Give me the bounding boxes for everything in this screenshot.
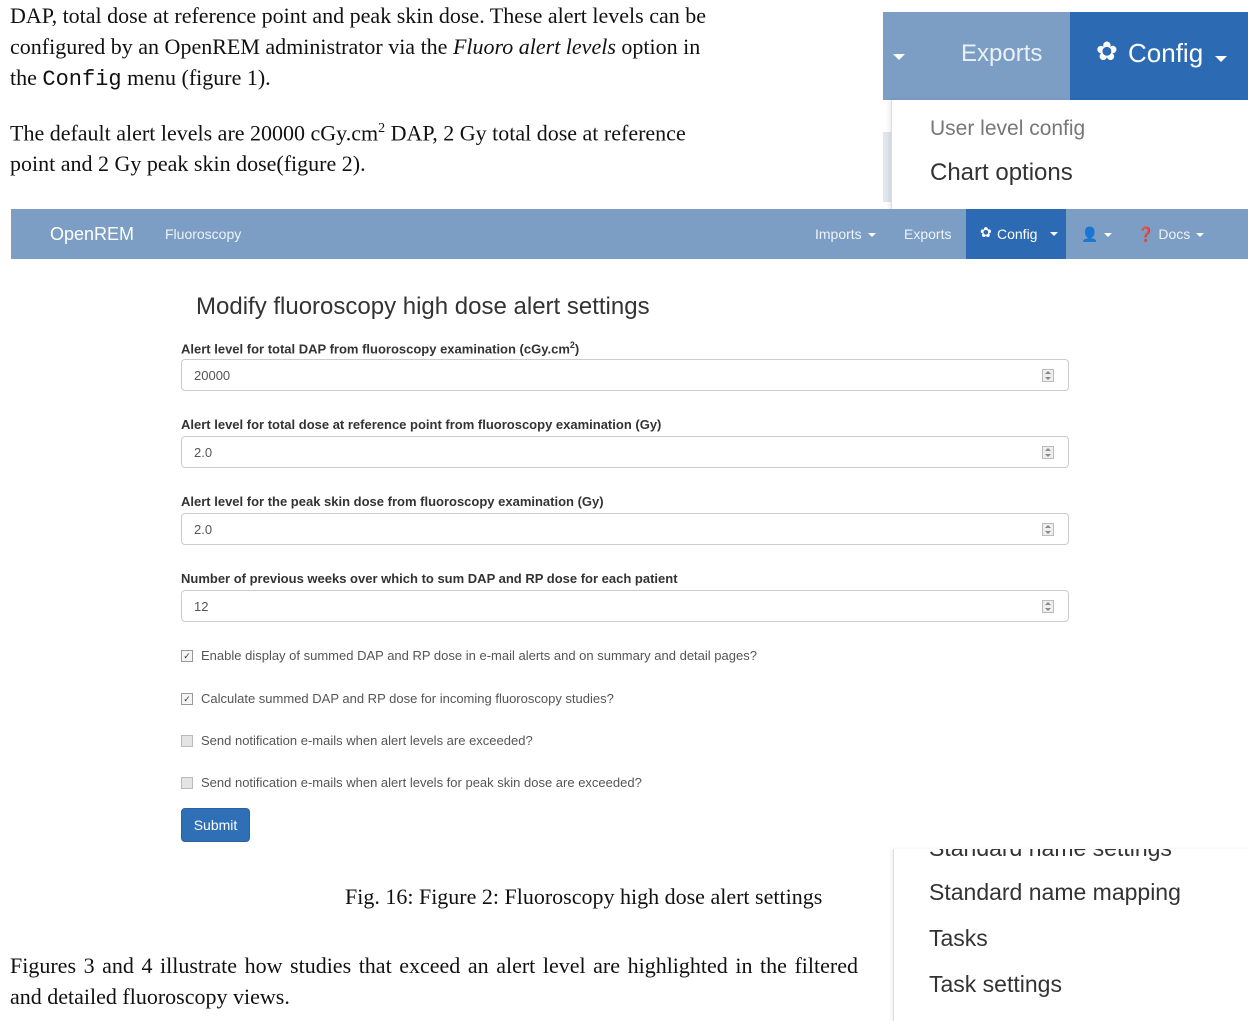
text-line: menu (figure 1).	[121, 65, 271, 90]
paragraph-default-levels: The default alert levels are 20000 cGy.c…	[10, 113, 858, 179]
rp-dose-label: Alert level for total dose at reference …	[181, 417, 662, 432]
input-value: 12	[194, 599, 209, 614]
checkbox-label: Send notification e-mails when alert lev…	[201, 733, 533, 748]
caret-down-icon	[1196, 233, 1205, 238]
nav-config[interactable]: ✿ Config	[966, 209, 1066, 259]
paragraph-figures-3-4: Figures 3 and 4 illustrate how studies t…	[10, 953, 858, 1009]
paragraph-alert-config: DAP, total dose at reference point and p…	[10, 0, 858, 95]
user-icon: 👤	[1081, 226, 1099, 242]
gear-icon: ✿	[1096, 36, 1118, 66]
text-line: option in	[615, 34, 701, 59]
checkbox-row-send-emails[interactable]: Send notification e-mails when alert lev…	[181, 733, 533, 748]
text-line: configured by an OpenREM administrator v…	[10, 34, 453, 59]
nav-config-label: Config	[1128, 38, 1204, 68]
nav-imports[interactable]: Imports	[815, 226, 876, 242]
figure-config-menu-bottom: Standard name settings Standard name map…	[893, 849, 1248, 1021]
peak-skin-dose-label: Alert level for the peak skin dose from …	[181, 494, 604, 509]
figure-config-menu: Exports ✿ Config User level config Chart…	[883, 12, 1248, 209]
text-line: DAP, total dose at reference point and p…	[10, 3, 707, 28]
menu-item-user-level-config[interactable]: User level config	[930, 117, 1085, 141]
nav-exports[interactable]: Exports	[961, 40, 1042, 68]
checkbox-label: Send notification e-mails when alert lev…	[201, 775, 642, 790]
nav-config-active[interactable]: ✿ Config	[1070, 12, 1248, 100]
caret-down-icon	[867, 233, 876, 238]
menu-item-standard-name-settings[interactable]: Standard name settings	[929, 849, 1172, 862]
caret-down-icon	[1104, 233, 1113, 238]
input-value: 2.0	[194, 445, 213, 460]
spinner-icon[interactable]	[1042, 446, 1054, 459]
menu-item-tasks[interactable]: Tasks	[929, 925, 988, 952]
spinner-icon[interactable]	[1042, 369, 1054, 382]
navbar: OpenREM Fluoroscopy Imports Exports ✿ Co…	[11, 209, 1248, 259]
navbar-crop: Exports ✿ Config	[883, 12, 1248, 100]
weeks-input[interactable]: 12	[181, 590, 1069, 622]
nav-exports[interactable]: Exports	[904, 226, 951, 242]
text-line: point and 2 Gy peak skin dose(figure 2).	[10, 151, 366, 177]
nav-docs-label: Docs	[1158, 226, 1191, 242]
spinner-icon[interactable]	[1042, 600, 1054, 613]
caret-down-icon	[1215, 56, 1227, 62]
text-line: DAP, 2 Gy total dose at reference	[385, 120, 686, 146]
nav-config-label: Config	[997, 226, 1038, 242]
weeks-label: Number of previous weeks over which to s…	[181, 571, 678, 586]
brand-link[interactable]: OpenREM	[50, 224, 134, 245]
config-dropdown: User level config Chart options	[891, 100, 1248, 209]
nav-docs[interactable]: ❓ Docs	[1137, 226, 1205, 243]
text-line: The default alert levels are 20000 cGy.c…	[10, 120, 379, 146]
question-circle-icon: ❓	[1137, 226, 1155, 242]
rp-dose-alert-input[interactable]: 2.0	[181, 436, 1069, 468]
background-strip	[883, 132, 891, 202]
screenshot-alert-settings: OpenREM Fluoroscopy Imports Exports ✿ Co…	[11, 209, 1248, 849]
menu-item-chart-options[interactable]: Chart options	[930, 159, 1073, 187]
caret-down-icon	[893, 54, 905, 60]
gear-icon: ✿	[980, 224, 992, 240]
checkbox-unchecked[interactable]	[181, 776, 193, 789]
peak-skin-dose-input[interactable]: 2.0	[181, 513, 1069, 545]
dap-label-end: )	[574, 341, 580, 357]
checkbox-checked[interactable]: ✓	[181, 649, 193, 662]
nav-fluoroscopy[interactable]: Fluoroscopy	[165, 226, 241, 242]
checkbox-label: Calculate summed DAP and RP dose for inc…	[201, 691, 614, 706]
figure-caption: Fig. 16: Figure 2: Fluoroscopy high dose…	[345, 884, 823, 909]
checkbox-unchecked[interactable]	[181, 734, 193, 747]
checkbox-row-send-skin-emails[interactable]: Send notification e-mails when alert lev…	[181, 775, 642, 790]
dap-label-text: Alert level for total DAP from fluorosco…	[181, 341, 570, 357]
text-line: the	[10, 65, 43, 90]
submit-button[interactable]: Submit	[181, 808, 250, 842]
input-value: 20000	[194, 368, 231, 383]
menu-item-standard-name-mapping[interactable]: Standard name mapping	[929, 879, 1181, 906]
menu-option-name: Fluoro alert levels	[452, 34, 616, 59]
nav-imports-label: Imports	[815, 226, 862, 242]
config-code-text: Config	[42, 67, 122, 92]
checkbox-label: Enable display of summed DAP and RP dose…	[201, 648, 757, 663]
spinner-icon[interactable]	[1042, 523, 1054, 536]
checkbox-checked[interactable]: ✓	[181, 692, 193, 705]
menu-item-task-settings[interactable]: Task settings	[929, 971, 1062, 998]
document-text-top: DAP, total dose at reference point and p…	[10, 0, 858, 179]
page-title: Modify fluoroscopy high dose alert setti…	[196, 293, 650, 320]
input-value: 2.0	[194, 522, 213, 537]
checkbox-row-calc-summed[interactable]: ✓ Calculate summed DAP and RP dose for in…	[181, 691, 614, 706]
dap-alert-input[interactable]: 20000	[181, 359, 1069, 391]
checkbox-row-display-summed[interactable]: ✓ Enable display of summed DAP and RP dos…	[181, 648, 757, 663]
user-menu[interactable]: 👤	[1081, 226, 1113, 243]
dap-label: Alert level for total DAP from fluorosco…	[181, 340, 579, 356]
caret-down-icon	[1050, 232, 1058, 236]
